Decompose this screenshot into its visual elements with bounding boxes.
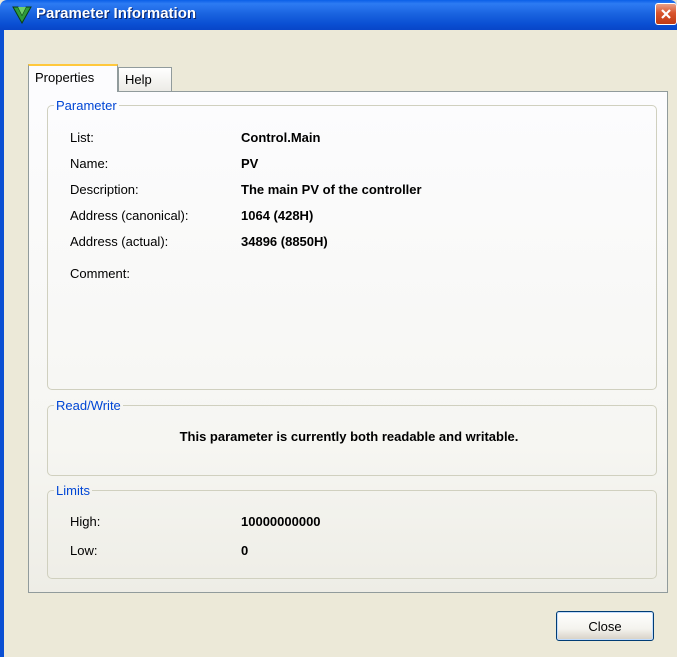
title-bar[interactable]: Parameter Information <box>0 0 677 30</box>
description-value: The main PV of the controller <box>241 182 422 197</box>
parameter-legend: Parameter <box>56 98 117 113</box>
close-button[interactable]: Close <box>556 611 654 641</box>
app-icon <box>12 6 32 25</box>
read-write-legend: Read/Write <box>56 398 121 413</box>
address-actual-label: Address (actual): <box>70 234 169 249</box>
tab-help[interactable]: Help <box>118 67 172 91</box>
description-label: Description: <box>70 182 139 197</box>
limits-legend: Limits <box>56 483 90 498</box>
comment-label: Comment: <box>70 266 130 281</box>
name-label: Name: <box>70 156 109 171</box>
list-value: Control.Main <box>241 130 321 145</box>
low-value: 0 <box>241 543 249 558</box>
tab-properties[interactable]: Properties <box>28 64 118 92</box>
close-icon <box>661 9 671 19</box>
high-label: High: <box>70 514 101 529</box>
name-value: PV <box>241 156 259 171</box>
low-label: Low: <box>70 543 98 558</box>
window-border <box>0 30 4 657</box>
window-close-button[interactable] <box>655 3 677 25</box>
address-canonical-value: 1064 (428H) <box>241 208 314 223</box>
address-actual-value: 34896 (8850H) <box>241 234 328 249</box>
address-canonical-label: Address (canonical): <box>70 208 189 223</box>
window-title: Parameter Information <box>36 5 197 22</box>
list-label: List: <box>70 130 94 145</box>
high-value: 10000000000 <box>241 514 321 529</box>
read-write-status: This parameter is currently both readabl… <box>179 429 519 444</box>
properties-panel: Parameter List: Control.Main Name: PV De… <box>28 91 668 593</box>
limits-group: Limits <box>47 483 657 579</box>
